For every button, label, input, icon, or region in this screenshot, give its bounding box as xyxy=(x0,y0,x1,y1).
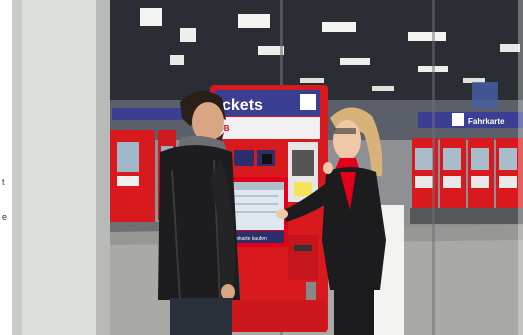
ticket-slot-panel xyxy=(288,235,318,280)
photo-scene: t e Fahrkarte ckets DB Fahrkarte kaufen xyxy=(0,0,523,335)
info-panel xyxy=(234,150,254,166)
glasses xyxy=(334,128,356,134)
jeans xyxy=(170,298,232,335)
concrete-pillar xyxy=(12,0,110,335)
fahrkarte-sign-text: Fahrkarte xyxy=(468,117,505,126)
left-margin xyxy=(0,0,12,335)
station-photo: t e Fahrkarte ckets DB Fahrkarte kaufen xyxy=(0,0,523,335)
header-icon xyxy=(300,94,316,110)
edge-letter-2: e xyxy=(2,212,7,222)
tickets-header-text: ckets xyxy=(222,97,263,114)
